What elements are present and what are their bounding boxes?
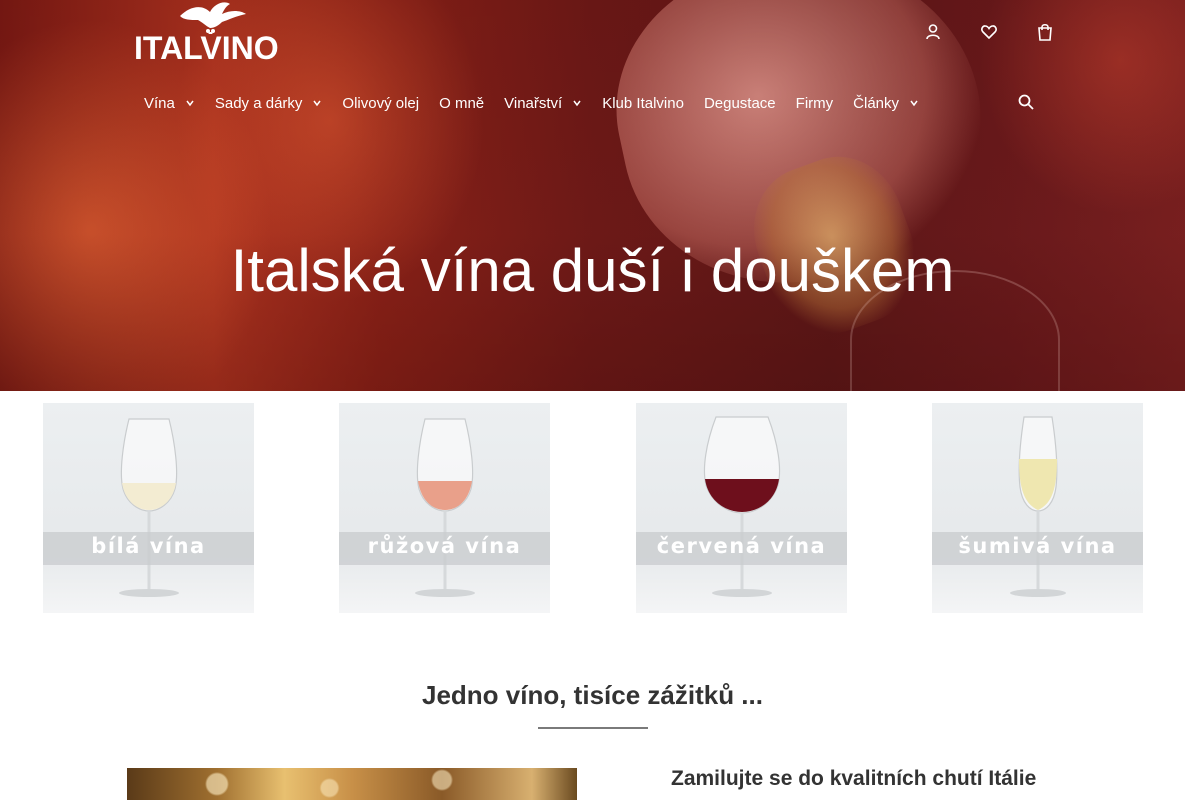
wine-fill xyxy=(122,483,176,510)
header-icons xyxy=(0,22,1185,46)
hero-banner: ITALVINO Vína Sady a dárky Olivový olej … xyxy=(0,0,1185,391)
nav-label: Degustace xyxy=(703,94,776,112)
user-icon[interactable] xyxy=(923,22,943,42)
chevron-down-icon[interactable] xyxy=(909,96,919,110)
heart-icon[interactable] xyxy=(979,22,999,42)
nav-item-vinarstvi[interactable]: Vinařství xyxy=(504,95,582,112)
category-tile-red-wine[interactable]: červená vína xyxy=(636,403,847,613)
wine-fill xyxy=(705,479,779,512)
section-divider xyxy=(538,727,648,729)
nav-label: Vinařství xyxy=(504,94,563,112)
nav-item-klub-italvino[interactable]: Klub Italvino xyxy=(602,95,684,112)
tile-label: šumivá vína xyxy=(958,534,1117,558)
flute-glass-icon xyxy=(1010,416,1066,597)
nav-item-o-mne[interactable]: O mně xyxy=(439,95,484,112)
tile-label: červená vína xyxy=(656,534,827,558)
cart-icon[interactable] xyxy=(1035,22,1055,42)
search-icon[interactable] xyxy=(1018,94,1036,112)
wine-glass-icon xyxy=(415,418,475,597)
wine-fill xyxy=(418,481,472,510)
nav-item-vina[interactable]: Vína xyxy=(144,95,195,112)
category-tile-rose-wine[interactable]: růžová vína xyxy=(339,403,550,613)
nav-label: Vína xyxy=(144,94,175,112)
nav-item-olivovy-olej[interactable]: Olivový olej xyxy=(342,95,419,112)
nav-label: Firmy xyxy=(795,94,834,112)
nav-label: Články xyxy=(853,94,900,112)
chevron-down-icon[interactable] xyxy=(312,96,322,110)
nav-item-degustace[interactable]: Degustace xyxy=(704,95,776,112)
nav-label: Olivový olej xyxy=(342,94,420,112)
tile-label: růžová vína xyxy=(367,534,522,558)
tile-label: bílá vína xyxy=(91,534,206,558)
feature-image xyxy=(127,768,577,800)
nav-label: O mně xyxy=(439,94,485,112)
wine-glass-icon xyxy=(703,416,781,597)
category-tile-sparkling-wine[interactable]: šumivá vína xyxy=(932,403,1143,613)
category-tile-white-wine[interactable]: bílá vína xyxy=(43,403,254,613)
main-nav: Vína Sady a dárky Olivový olej O mně Vin… xyxy=(144,92,939,114)
nav-label: Sady a dárky xyxy=(214,94,303,112)
nav-item-firmy[interactable]: Firmy xyxy=(796,95,834,112)
feature-heading: Zamilujte se do kvalitních chutí Itálie xyxy=(671,767,1037,790)
nav-item-clanky[interactable]: Články xyxy=(853,95,919,112)
section-title: Jedno víno, tisíce zážitků ... xyxy=(422,680,763,710)
hero-title: Italská vína duší i douškem xyxy=(230,237,955,304)
chevron-down-icon[interactable] xyxy=(572,96,582,110)
nav-label: Klub Italvino xyxy=(602,94,684,112)
nav-item-sady-a-darky[interactable]: Sady a dárky xyxy=(215,95,323,112)
wine-glass-icon xyxy=(119,418,179,597)
chevron-down-icon[interactable] xyxy=(185,96,195,110)
